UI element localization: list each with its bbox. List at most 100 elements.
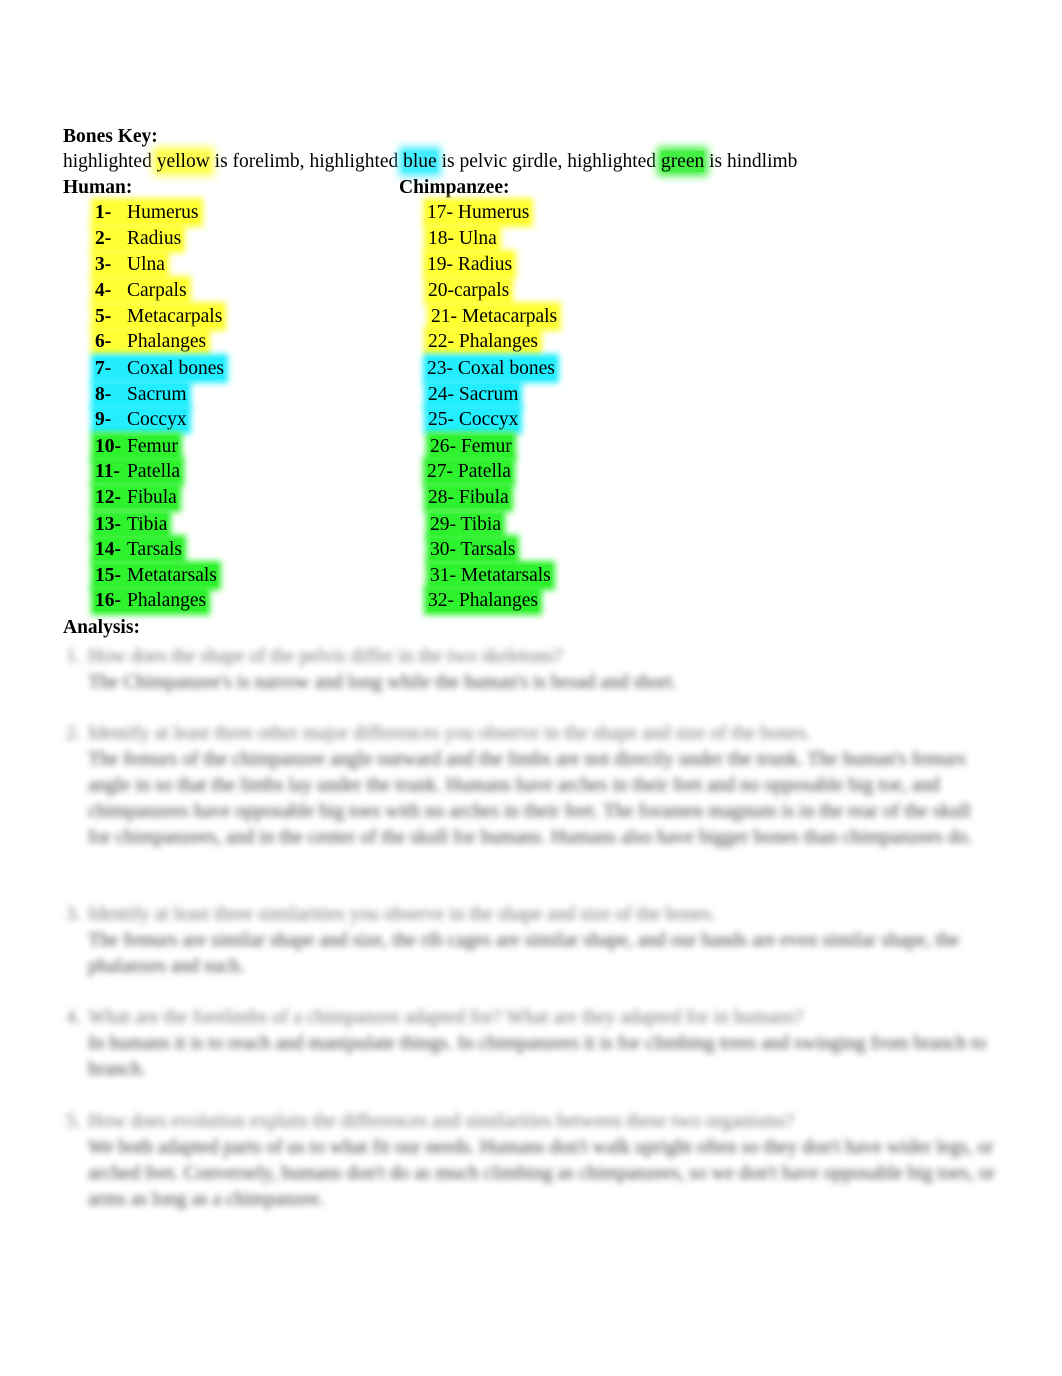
legend-yellow-swatch: yellow [156, 151, 210, 172]
bone-number: 6- [95, 331, 112, 352]
question-body: How does the shape of the pelvis differ … [88, 644, 998, 696]
bone-name: Sacrum [127, 384, 187, 405]
bone-number: 4- [95, 280, 112, 301]
human-bone-item: 12- Fibula [95, 486, 177, 510]
human-bone-item: 15- Metatarsals [95, 564, 217, 588]
highlight-legend: highlighted yellow is forelimb, highligh… [63, 150, 797, 174]
highlight-forelimb: 4- Carpals [95, 280, 187, 301]
bone-name: Carpals [127, 280, 187, 301]
highlight-pelvic: 8- Sacrum [95, 384, 187, 405]
analysis-heading: Analysis: [63, 617, 140, 638]
legend-blue-swatch: blue [403, 151, 437, 172]
highlight-forelimb: 2- Radius [95, 228, 182, 249]
highlight-forelimb: 19- Radius [427, 254, 513, 275]
bone-name: Coxal bones [127, 358, 224, 379]
bone-name: Ulna [127, 254, 165, 275]
human-bone-item: 8- Sacrum [95, 383, 187, 407]
bone-name: Metatarsals [127, 565, 217, 586]
highlight-hindlimb: 27- Patella [427, 461, 511, 482]
bone-number: 9- [95, 409, 112, 430]
question-body: Identify at least three other major diff… [88, 721, 998, 851]
human-bone-item: 2- Radius [95, 227, 182, 251]
human-bone-item: 11- Patella [95, 460, 181, 484]
highlight-forelimb: 18- Ulna [428, 228, 497, 249]
highlight-pelvic: 23- Coxal bones [427, 358, 555, 379]
bone-name: Fibula [127, 487, 177, 508]
legend-pelvic: highlighted blue is pelvic girdle, [309, 151, 568, 172]
answer-text: We both adapted parts of us to what fit … [88, 1137, 995, 1210]
chimpanzee-bone-item: 27- Patella [427, 460, 511, 484]
bone-name: Tarsals [127, 539, 182, 560]
highlight-pelvic: 25- Coccyx [428, 409, 519, 430]
bone-name: Phalanges [127, 590, 207, 611]
question-text: How does the shape of the pelvis differ … [88, 646, 563, 667]
highlight-forelimb: 3- Ulna [95, 254, 165, 275]
highlight-hindlimb: 11- Patella [95, 461, 181, 482]
human-bone-item: 13- Tibia [95, 513, 168, 537]
highlight-forelimb: 17- Humerus [427, 202, 530, 223]
highlight-forelimb: 21- Metacarpals [431, 306, 558, 327]
highlight-forelimb: 1- Humerus [95, 202, 199, 223]
question-text: Identify at least three other major diff… [88, 723, 811, 744]
chimpanzee-bone-item: 28- Fibula [428, 486, 509, 510]
question-text: What are the forelimbs of a chimpanzee a… [88, 1007, 803, 1028]
bone-name: Metacarpals [127, 306, 223, 327]
highlight-forelimb: 5- Metacarpals [95, 306, 223, 327]
highlight-hindlimb: 16- Phalanges [95, 590, 207, 611]
human-bone-item: 3- Ulna [95, 253, 165, 277]
question-body: How does evolution explain the differenc… [88, 1109, 998, 1213]
question-number: 1. [66, 646, 81, 667]
highlight-pelvic: 9- Coccyx [95, 409, 187, 430]
question-text: Identify at least three similarities you… [88, 904, 716, 925]
human-bone-item: 4- Carpals [95, 279, 187, 303]
chimpanzee-bone-item: 29- Tibia [430, 513, 501, 537]
chimpanzee-bone-item: 22- Phalanges [428, 330, 538, 354]
answer-text: In humans it is to reach and manipulate … [88, 1033, 987, 1080]
chimpanzee-bone-item: 17- Humerus [427, 201, 530, 225]
question-number: 3. [66, 904, 81, 925]
chimpanzee-heading: Chimpanzee: [399, 177, 510, 198]
question-body: Identify at least three similarities you… [88, 902, 998, 980]
bone-number: 5- [95, 306, 112, 327]
bone-number: 15- [95, 565, 121, 586]
highlight-hindlimb: 30- Tarsals [430, 539, 516, 560]
chimpanzee-bone-item: 20-carpals [428, 279, 510, 303]
bone-name: Patella [127, 461, 181, 482]
human-bone-item: 9- Coccyx [95, 408, 187, 432]
question-number: 4. [66, 1007, 81, 1028]
highlight-hindlimb: 12- Fibula [95, 487, 177, 508]
human-bone-item: 5- Metacarpals [95, 305, 223, 329]
answer-text: The Chimpanzee's is narrow and long whil… [88, 672, 678, 693]
chimpanzee-bone-item: 19- Radius [427, 253, 513, 277]
legend-hindlimb: highlighted green is hindlimb [567, 151, 798, 172]
bone-name: Phalanges [127, 331, 207, 352]
human-bone-item: 6- Phalanges [95, 330, 207, 354]
bone-number: 3- [95, 254, 112, 275]
bone-number: 13- [95, 514, 121, 535]
human-bone-item: 10- Femur [95, 435, 178, 459]
question-number: 2. [66, 723, 81, 744]
bone-number: 16- [95, 590, 121, 611]
highlight-hindlimb: 29- Tibia [430, 514, 501, 535]
chimpanzee-bone-item: 18- Ulna [428, 227, 497, 251]
human-heading: Human: [63, 177, 133, 198]
highlight-pelvic: 24- Sacrum [428, 384, 519, 405]
question-body: What are the forelimbs of a chimpanzee a… [88, 1005, 998, 1083]
bone-name: Tibia [127, 514, 168, 535]
answer-text: The femurs of the chimpanzee angle outwa… [88, 749, 973, 848]
legend-forelimb: highlighted yellow is forelimb, [63, 151, 310, 172]
bone-number: 11- [95, 461, 120, 482]
chimpanzee-bone-item: 30- Tarsals [430, 538, 516, 562]
bones-key-title: Bones Key: [63, 126, 158, 147]
highlight-hindlimb: 13- Tibia [95, 514, 168, 535]
bone-number: 12- [95, 487, 121, 508]
answer-text: The femurs are similar shape and size, t… [88, 930, 960, 977]
bone-number: 1- [95, 202, 112, 223]
highlight-forelimb: 6- Phalanges [95, 331, 207, 352]
bone-number: 10- [95, 436, 121, 457]
question-text: How does evolution explain the differenc… [88, 1111, 794, 1132]
highlight-forelimb: 22- Phalanges [428, 331, 538, 352]
human-bone-item: 16- Phalanges [95, 589, 207, 613]
bone-number: 7- [95, 358, 112, 379]
human-bone-item: 14- Tarsals [95, 538, 182, 562]
